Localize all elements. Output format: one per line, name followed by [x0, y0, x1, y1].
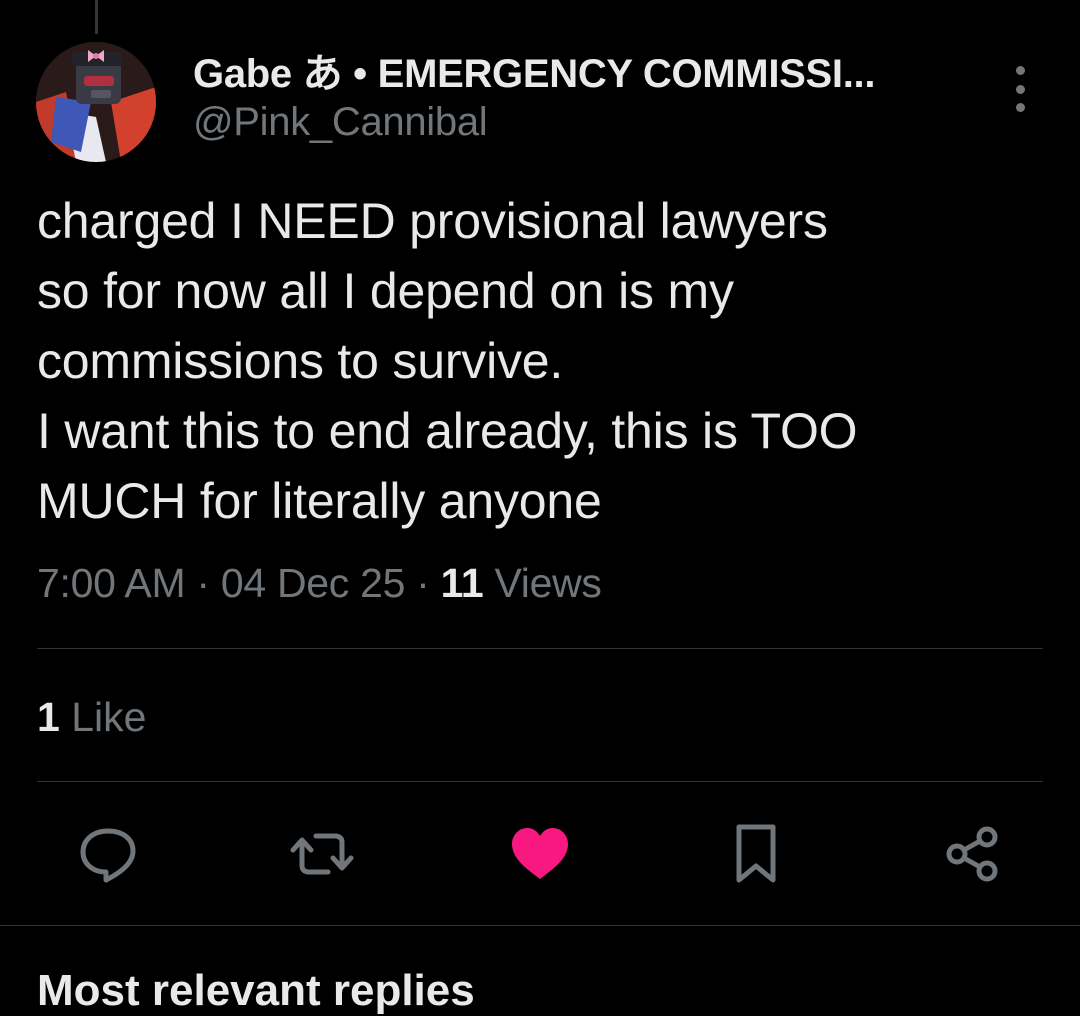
repost-button[interactable]: [290, 822, 354, 886]
tweet-text-line: I want this to end already, this is TOO: [37, 403, 858, 459]
repost-arrows-icon: [290, 833, 354, 875]
meta-separator: ·: [196, 560, 210, 606]
tweet-date[interactable]: 04 Dec 25: [221, 560, 406, 606]
more-dot-icon: [1015, 103, 1025, 112]
bookmark-button[interactable]: [724, 822, 788, 886]
bookmark-icon: [736, 824, 776, 883]
tweet-time[interactable]: 7:00 AM: [37, 560, 186, 606]
thread-connector-line: [95, 0, 98, 34]
share-button[interactable]: [940, 822, 1004, 886]
more-options-button[interactable]: [1000, 66, 1040, 112]
speech-bubble-icon: [80, 828, 136, 883]
likes-label: Like: [71, 694, 147, 740]
divider: [37, 648, 1043, 649]
more-dot-icon: [1015, 84, 1025, 94]
author-handle[interactable]: @Pink_Cannibal: [193, 100, 488, 145]
section-divider: [0, 925, 1080, 926]
tweet-text: charged I NEED provisional lawyers so fo…: [37, 186, 1037, 536]
author-display-name[interactable]: Gabe あ • EMERGENCY COMMISSI...: [193, 44, 875, 96]
avatar-image: [36, 42, 156, 162]
tweet-text-line: MUCH for literally anyone: [37, 473, 602, 529]
divider: [37, 781, 1043, 782]
tweet-text-line: charged I NEED provisional lawyers: [37, 193, 828, 249]
like-button[interactable]: [508, 822, 572, 886]
heart-icon: [512, 828, 568, 879]
views-label: Views: [494, 560, 602, 606]
more-dot-icon: [1015, 66, 1025, 75]
tweet-text-line: commissions to survive.: [37, 333, 564, 389]
likes-summary[interactable]: 1 Like: [37, 694, 146, 741]
author-name-row[interactable]: Gabe あ • EMERGENCY COMMISSI...: [193, 44, 973, 96]
share-nodes-icon: [946, 826, 998, 882]
replies-section-title[interactable]: Most relevant replies: [37, 966, 475, 1016]
likes-count: 1: [37, 694, 60, 740]
tweet-metadata: 7:00 AM · 04 Dec 25 · 11 Views: [37, 560, 602, 607]
reply-button[interactable]: [76, 822, 140, 886]
meta-separator: ·: [416, 560, 430, 606]
views-count: 11: [440, 560, 484, 606]
author-avatar[interactable]: [36, 42, 156, 162]
tweet-text-line: so for now all I depend on is my: [37, 263, 734, 319]
